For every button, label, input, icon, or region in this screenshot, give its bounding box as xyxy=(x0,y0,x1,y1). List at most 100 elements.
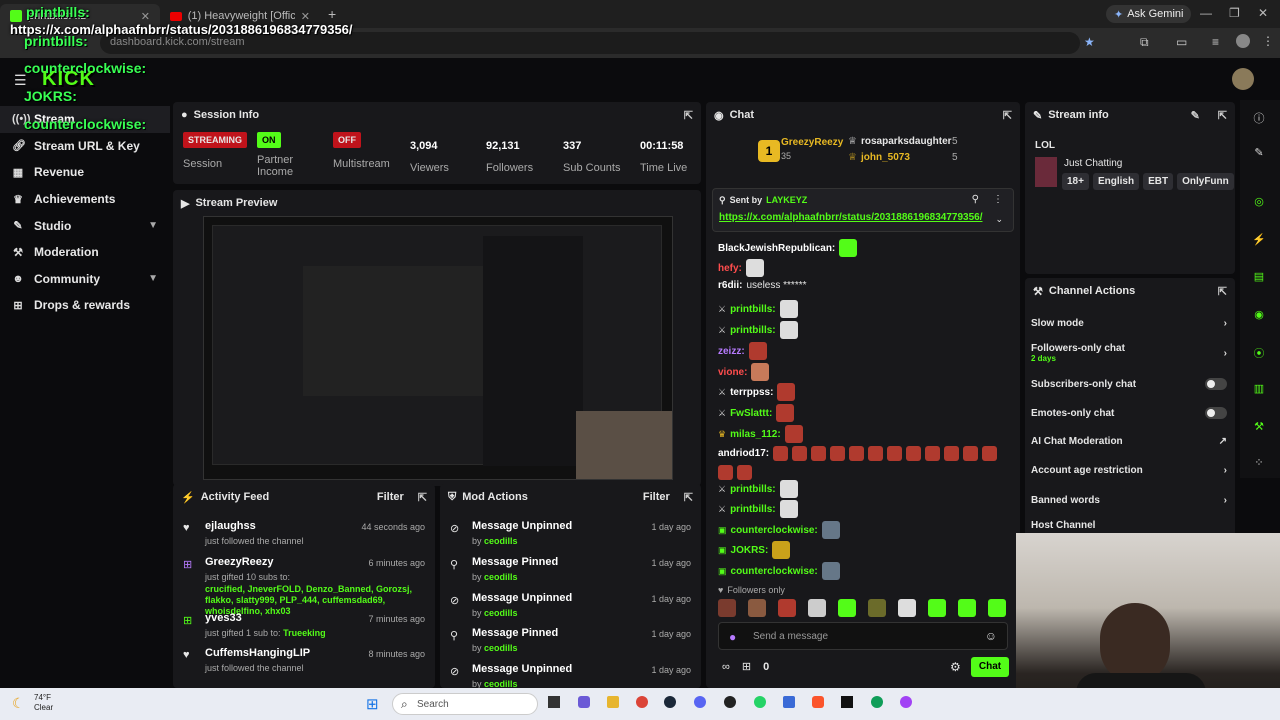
chevron-down-icon[interactable]: ⌄ xyxy=(995,214,1003,225)
chat-username[interactable]: BlackJewishRepublican: xyxy=(718,243,835,254)
lightning-icon[interactable]: ⚡ xyxy=(1250,233,1268,251)
menu-icon[interactable]: ≡ xyxy=(1212,35,1219,49)
chat-username[interactable]: vione: xyxy=(718,367,747,378)
user-avatar[interactable] xyxy=(1232,68,1254,90)
unpin-icon[interactable]: ⚲ xyxy=(972,194,979,205)
close-tab-icon[interactable]: ✕ xyxy=(141,10,150,23)
emote-icon[interactable] xyxy=(898,599,916,617)
emotes-only-toggle[interactable] xyxy=(1205,407,1227,419)
leaderboard-first-name[interactable]: GreezyReezy xyxy=(781,137,843,148)
profile-avatar[interactable] xyxy=(1236,34,1250,48)
camera-icon[interactable]: ◎ xyxy=(1250,195,1268,213)
chat-bubble-icon[interactable]: ◉ xyxy=(1250,308,1268,326)
emote-icon[interactable] xyxy=(868,599,886,617)
host-channel-row[interactable]: Host Channel xyxy=(1031,520,1227,531)
info-icon[interactable]: ⓘ xyxy=(1250,110,1268,128)
popout-icon[interactable]: ⇱ xyxy=(1218,109,1227,122)
extensions-icon[interactable]: ⧉ xyxy=(1140,35,1149,50)
filter-button[interactable]: Filter xyxy=(377,491,404,503)
chat-username[interactable]: zeizz: xyxy=(718,346,745,357)
steam-icon[interactable] xyxy=(664,696,676,708)
slow-mode-row[interactable]: Slow mode › xyxy=(1031,318,1227,329)
weather-widget[interactable]: 74°F Clear xyxy=(34,693,53,713)
sidebar-item-stream-url-key[interactable]: 🔗︎ Stream URL & Key xyxy=(0,133,170,160)
banned-words-row[interactable]: Banned words › xyxy=(1031,495,1227,506)
popout-icon[interactable]: ⇱ xyxy=(418,491,427,504)
app-icon[interactable] xyxy=(783,696,795,708)
gift-icon[interactable]: ⊞ xyxy=(742,660,751,673)
filter-button[interactable]: Filter xyxy=(643,491,670,503)
popout-icon[interactable]: ⇱ xyxy=(684,491,693,504)
sidebar-item-revenue[interactable]: ▦ Revenue xyxy=(0,159,170,186)
pinned-sender[interactable]: LAYKEYZ xyxy=(766,195,807,206)
sidebar-item-community[interactable]: ☻ Community ▼ xyxy=(0,266,170,293)
edit-icon[interactable]: ✎ xyxy=(1191,109,1200,122)
sidebar-item-moderation[interactable]: ⚒ Moderation xyxy=(0,239,170,266)
cast-icon[interactable]: ▭ xyxy=(1176,35,1187,49)
emote-icon[interactable] xyxy=(928,599,946,617)
chat-username[interactable]: printbills: xyxy=(730,484,776,495)
close-tab-icon[interactable]: ✕ xyxy=(301,10,310,23)
chat-username[interactable]: terrppss: xyxy=(730,387,773,398)
pinned-message[interactable]: ⚲ Sent by LAYKEYZ ⚲ ⋮ https://x.com/alph… xyxy=(712,188,1014,232)
chat-username[interactable]: andriod17: xyxy=(718,448,769,459)
pencil-icon[interactable]: ✎ xyxy=(1250,146,1268,164)
maximize-icon[interactable]: ❐ xyxy=(1229,6,1240,20)
emote-icon[interactable] xyxy=(808,599,826,617)
chat-username[interactable]: FwSlattt: xyxy=(730,408,772,419)
ask-gemini-button[interactable]: ✦ Ask Gemini xyxy=(1106,5,1192,23)
emote-icon[interactable] xyxy=(988,599,1006,617)
brave-icon[interactable] xyxy=(812,696,824,708)
windows-start-icon[interactable]: ⊞ xyxy=(366,695,379,713)
chat-username[interactable]: r6dii: xyxy=(718,280,742,291)
subscribers-only-toggle[interactable] xyxy=(1205,378,1227,390)
obs-icon[interactable] xyxy=(724,696,736,708)
task-view-icon[interactable] xyxy=(548,696,560,708)
popout-icon[interactable]: ⇱ xyxy=(1003,109,1012,122)
more-icon[interactable]: ⁘ xyxy=(1250,456,1268,474)
emote-icon[interactable] xyxy=(838,599,856,617)
emote-icon[interactable] xyxy=(718,599,736,617)
broadcast-icon[interactable]: ⦿ xyxy=(1250,345,1268,363)
popout-icon[interactable]: ⇱ xyxy=(684,109,693,122)
chat-username[interactable]: printbills: xyxy=(730,504,776,515)
microphone-icon[interactable]: ● xyxy=(729,630,736,644)
whatsapp-icon[interactable] xyxy=(754,696,766,708)
more-options-icon[interactable]: ⋮ xyxy=(993,194,1003,205)
chat-username[interactable]: counterclockwise: xyxy=(731,525,818,536)
pinned-link[interactable]: https://x.com/alphaafnbrr/status/2031886… xyxy=(719,212,982,223)
emote-icon[interactable] xyxy=(748,599,766,617)
copilot-icon[interactable] xyxy=(578,696,590,708)
new-tab-icon[interactable]: + xyxy=(328,6,336,22)
taskbar-search[interactable]: ⌕ Search xyxy=(392,693,538,715)
gear-icon[interactable]: ⚙ xyxy=(950,660,961,674)
chrome-icon[interactable] xyxy=(636,696,648,708)
wrench-icon[interactable]: ⚒ xyxy=(1250,420,1268,438)
chrome-profile-icon[interactable] xyxy=(871,696,883,708)
chat-username[interactable]: milas_112: xyxy=(730,429,781,440)
stream-preview-video[interactable] xyxy=(203,216,673,480)
more-options-icon[interactable]: ⋮ xyxy=(1262,34,1274,48)
bookmark-star-icon[interactable]: ★ xyxy=(1084,35,1095,49)
ai-moderation-row[interactable]: AI Chat Moderation ↗ xyxy=(1031,436,1227,447)
sidebar-item-drops-rewards[interactable]: ⊞ Drops & rewards xyxy=(0,292,170,319)
discord-icon[interactable] xyxy=(694,696,706,708)
app-icon[interactable] xyxy=(841,696,853,708)
account-age-row[interactable]: Account age restriction › xyxy=(1031,465,1227,476)
infinity-icon[interactable]: ∞ xyxy=(722,661,730,673)
minimize-icon[interactable]: — xyxy=(1200,6,1212,20)
followers-only-row[interactable]: Followers-only chat 2 days › xyxy=(1031,343,1227,363)
emote-icon[interactable] xyxy=(778,599,796,617)
emoji-icon[interactable]: ☺ xyxy=(985,629,997,643)
popout-icon[interactable]: ⇱ xyxy=(1218,285,1227,298)
chat-username[interactable]: printbills: xyxy=(730,325,776,336)
chat-input[interactable]: ● Send a message ☺ xyxy=(718,622,1008,650)
emote-icon[interactable] xyxy=(958,599,976,617)
chat-username[interactable]: hefy: xyxy=(718,263,742,274)
chrome-profile-icon[interactable] xyxy=(900,696,912,708)
layout-icon[interactable]: ▥ xyxy=(1250,382,1268,400)
file-explorer-icon[interactable] xyxy=(607,696,619,708)
chat-username[interactable]: counterclockwise: xyxy=(731,566,818,577)
stream-category[interactable]: Just Chatting xyxy=(1064,158,1122,169)
document-icon[interactable]: ▤ xyxy=(1250,270,1268,288)
